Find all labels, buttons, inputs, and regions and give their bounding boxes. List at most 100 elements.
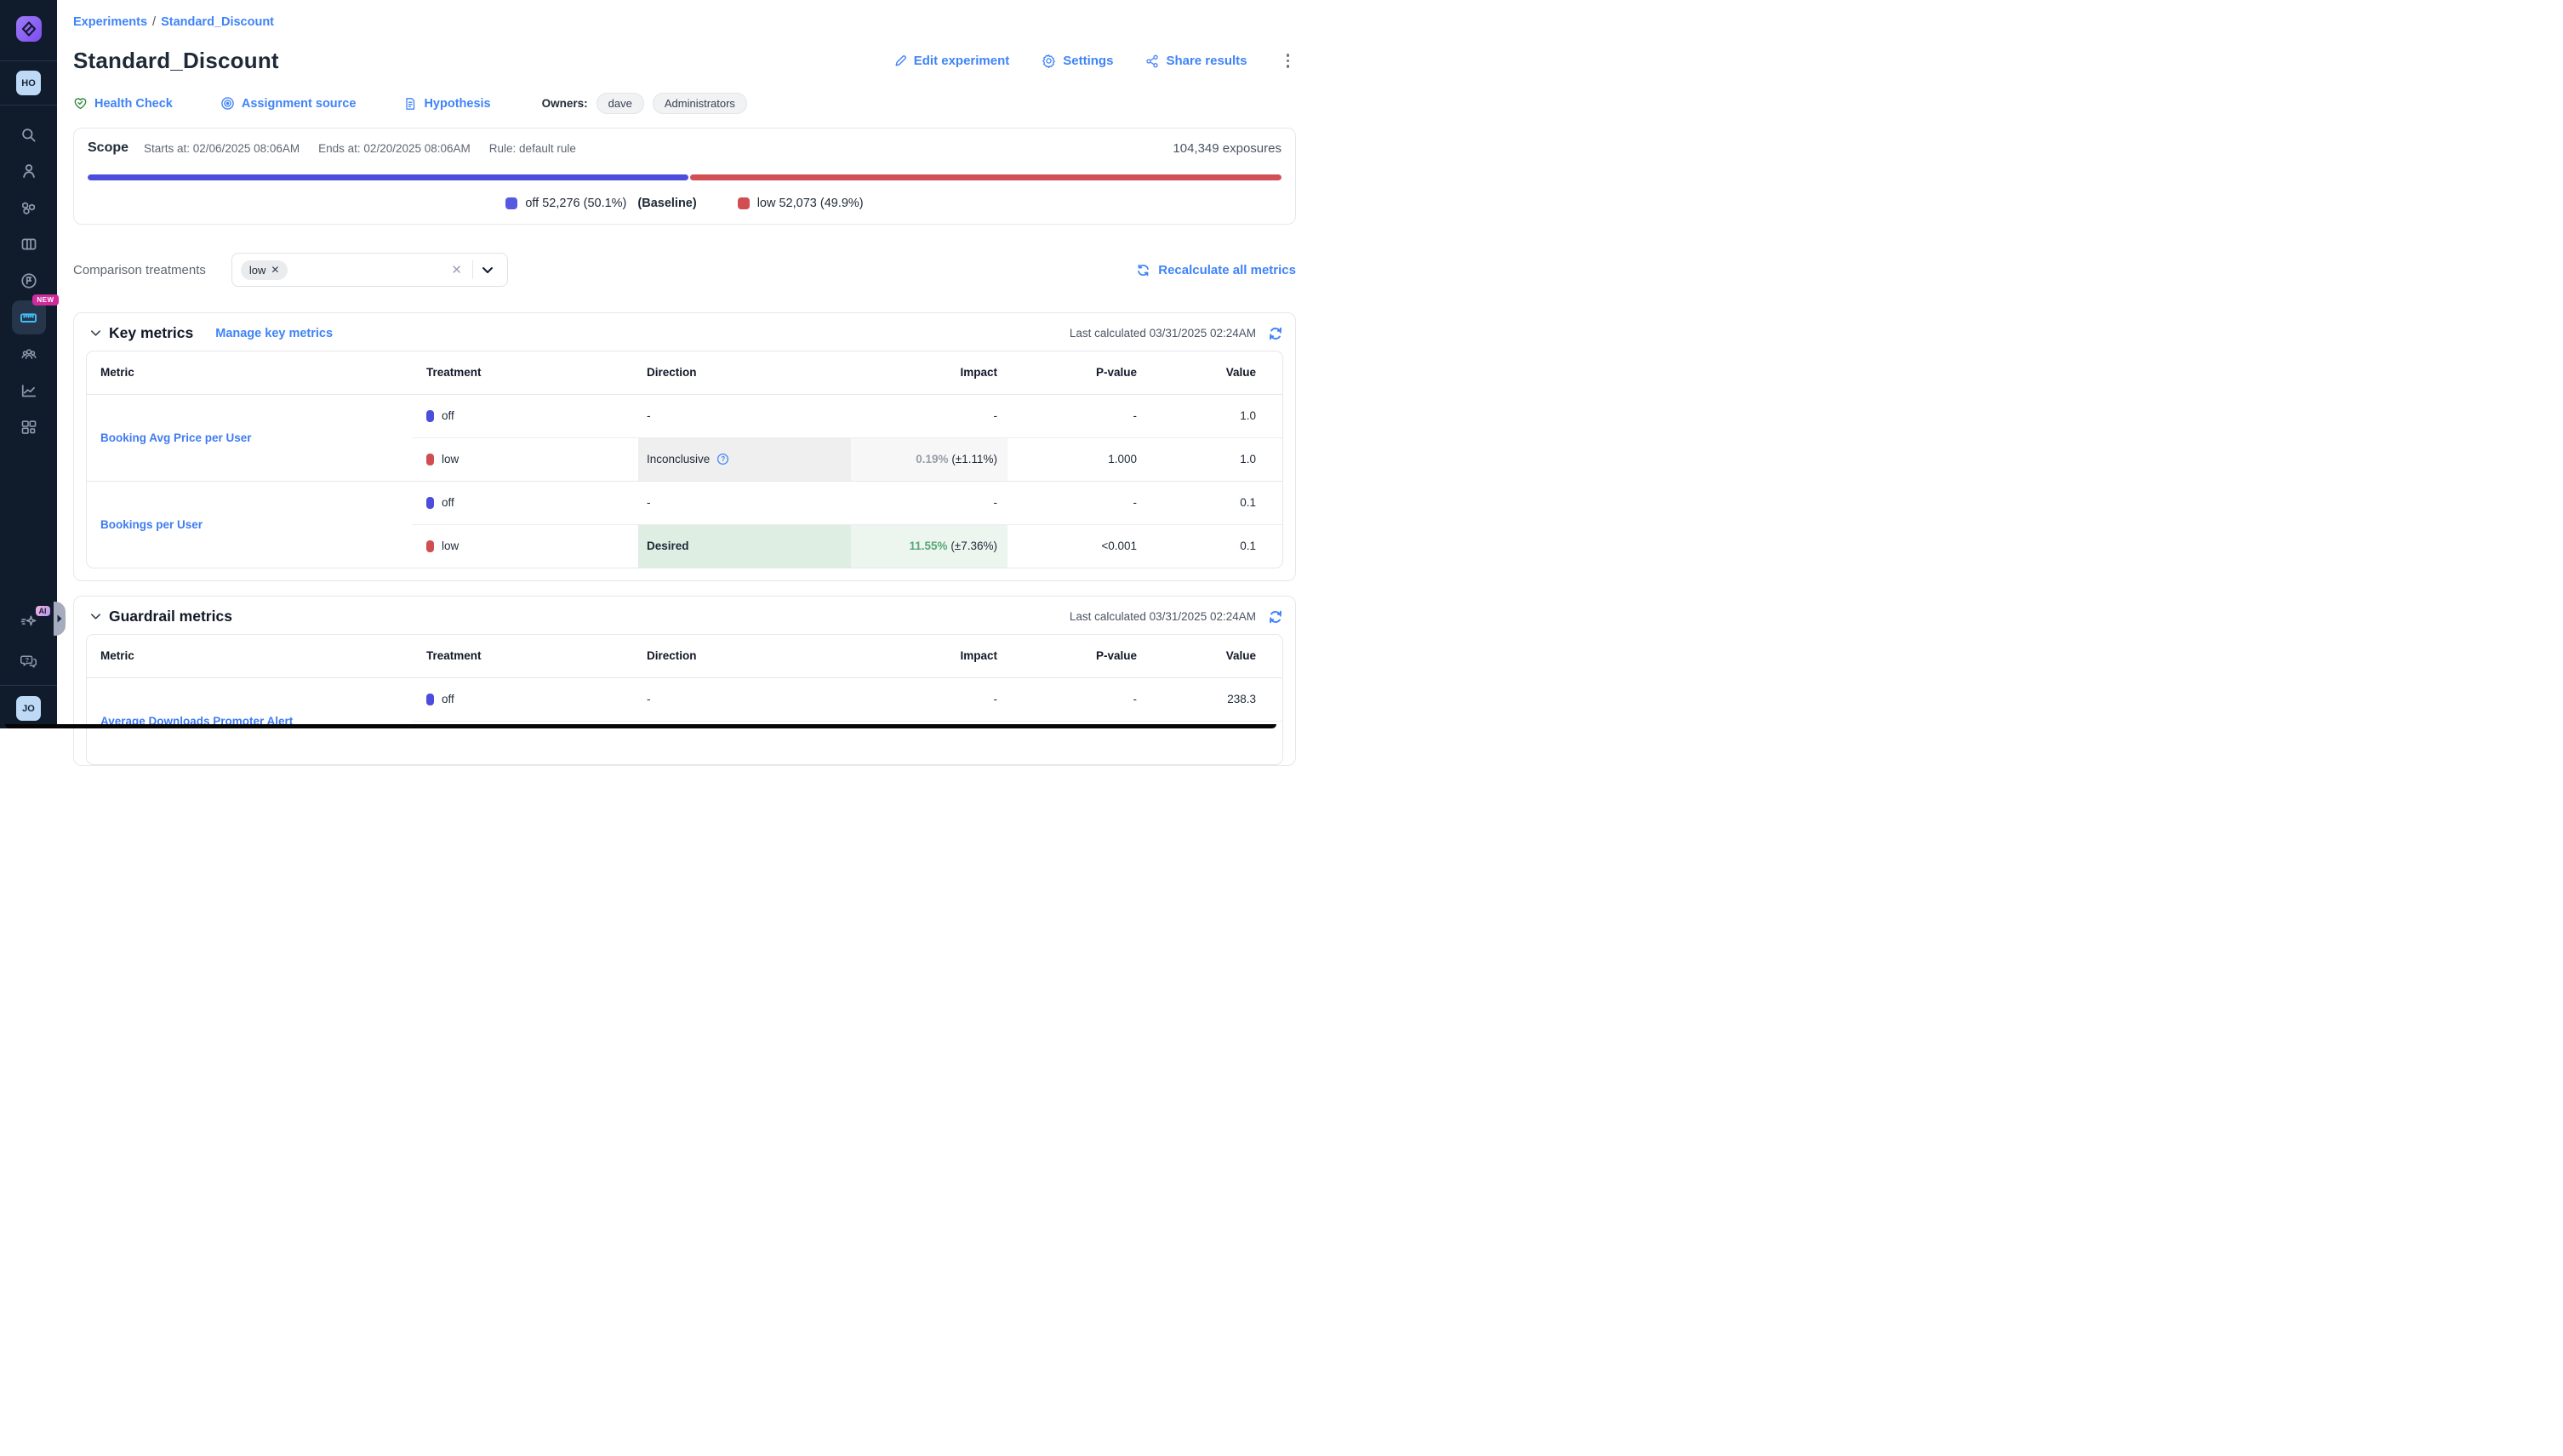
chevron-right-icon (55, 614, 64, 624)
gear-icon (1042, 54, 1056, 68)
table-header-row: Metric Treatment Direction Impact P-valu… (87, 635, 1282, 677)
treatment-dot-low (426, 540, 434, 552)
col-treatment: Treatment (413, 351, 638, 394)
table-header-row: Metric Treatment Direction Impact P-valu… (87, 351, 1282, 394)
table-row: Average Downloads Promoter Alert off - -… (87, 677, 1282, 721)
value-cell: 1.0 (1147, 437, 1282, 481)
sidebar: HO (0, 0, 57, 728)
workspace-badge[interactable]: HO (16, 71, 41, 95)
scope-rule: Rule: default rule (489, 142, 576, 155)
metric-link[interactable]: Booking Avg Price per User (100, 431, 252, 444)
direction-cell: Inconclusive ? (638, 437, 851, 481)
scope-starts: Starts at: 02/06/2025 08:06AM (144, 142, 300, 155)
sidebar-item-dashboards[interactable] (12, 410, 46, 444)
sidebar-item-audiences[interactable] (12, 337, 46, 371)
question-circle-icon[interactable]: ? (716, 453, 729, 465)
refresh-icon[interactable] (1268, 326, 1283, 341)
collapse-chevron-icon[interactable] (90, 613, 101, 620)
sidebar-item-help[interactable]: ? (20, 652, 37, 670)
pvalue-cell: - (1008, 481, 1147, 524)
sidebar-item-experiments-active[interactable]: NEW (12, 300, 46, 334)
treatment-name: off (442, 409, 454, 422)
flag-circle-icon (20, 272, 37, 289)
manage-key-metrics-link[interactable]: Manage key metrics (215, 327, 333, 340)
health-check-label: Health Check (94, 97, 173, 111)
scope-title: Scope (88, 140, 128, 156)
recalculate-all-metrics-button[interactable]: Recalculate all metrics (1136, 263, 1296, 277)
exposure-split-bar (88, 174, 1282, 180)
assignment-source-label: Assignment source (242, 97, 357, 111)
value-cell: 238.3 (1147, 677, 1282, 721)
comparison-treatments-select[interactable]: low ✕ ✕ (231, 253, 508, 287)
ai-badge: AI (36, 606, 50, 616)
refresh-icon (1136, 263, 1150, 277)
col-direction: Direction (638, 351, 851, 394)
user-avatar[interactable]: JO (16, 696, 41, 721)
sidebar-item-search[interactable] (12, 117, 46, 151)
select-clear-icon[interactable]: ✕ (444, 262, 469, 277)
legend-off-label: off 52,276 (50.1%) (525, 197, 626, 210)
sidebar-item-releases[interactable] (12, 264, 46, 298)
assignment-source-link[interactable]: Assignment source (220, 96, 357, 111)
col-value: Value (1147, 635, 1282, 677)
sidebar-item-feature-gates[interactable] (12, 227, 46, 261)
treatment-name: low (442, 540, 459, 552)
hypothesis-link[interactable]: Hypothesis (403, 97, 490, 111)
sidebar-item-segments[interactable] (12, 191, 46, 225)
key-metrics-title: Key metrics (109, 324, 193, 342)
select-divider (472, 260, 473, 279)
last-calculated-text: Last calculated 03/31/2025 02:24AM (1070, 610, 1256, 623)
treatment-chip-low[interactable]: low ✕ (241, 260, 288, 280)
legend-low-label: low 52,073 (49.9%) (757, 197, 864, 210)
app-window: HO (0, 0, 1282, 728)
share-results-button[interactable]: Share results (1145, 54, 1247, 68)
chevron-down-icon[interactable] (477, 266, 499, 274)
direction-cell: - (638, 677, 851, 721)
logo-glyph-icon (20, 20, 37, 37)
sparkle-icon (20, 613, 38, 631)
baseline-bar-segment (88, 174, 688, 180)
heart-check-icon (73, 96, 88, 111)
comparison-row: Comparison treatments low ✕ ✕ Recalculat… (73, 253, 1296, 287)
owner-pill[interactable]: Administrators (653, 93, 747, 114)
sidebar-divider (0, 685, 57, 686)
treatment-name: low (442, 453, 459, 465)
settings-button[interactable]: Settings (1042, 54, 1113, 68)
hexagons-icon (20, 199, 37, 216)
treatment-bar-segment (690, 174, 1282, 180)
sidebar-item-analytics[interactable] (12, 374, 46, 408)
refresh-icon[interactable] (1268, 609, 1283, 625)
statsig-logo-icon[interactable] (16, 16, 42, 42)
impact-cell: - (851, 394, 1008, 437)
key-metrics-table: Metric Treatment Direction Impact P-valu… (87, 351, 1282, 568)
search-icon (20, 127, 37, 143)
people-group-icon (20, 345, 37, 363)
owner-pill[interactable]: dave (597, 93, 644, 114)
col-impact: Impact (851, 635, 1008, 677)
main-content: Experiments/Standard_Discount Standard_D… (57, 0, 1306, 728)
treatment-name: off (442, 693, 454, 705)
treatment-name: off (442, 496, 454, 509)
chip-remove-icon[interactable]: ✕ (271, 264, 279, 276)
guardrail-metrics-table-card: Metric Treatment Direction Impact P-valu… (86, 634, 1283, 765)
metric-link[interactable]: Bookings per User (100, 518, 203, 531)
table-row: Bookings per User off - - - 0.1 (87, 481, 1282, 524)
sidebar-item-users[interactable] (12, 154, 46, 188)
share-results-label: Share results (1166, 54, 1247, 68)
breadcrumb-experiments-link[interactable]: Experiments (73, 15, 147, 29)
treatment-dot-off (426, 694, 434, 705)
edit-experiment-button[interactable]: Edit experiment (893, 54, 1010, 68)
sidebar-item-ai-assistant[interactable]: AI (20, 613, 38, 631)
breadcrumb-current-link[interactable]: Standard_Discount (161, 15, 274, 29)
direction-cell: Desired (638, 524, 851, 568)
col-direction: Direction (638, 635, 851, 677)
collapse-chevron-icon[interactable] (90, 329, 101, 337)
col-metric: Metric (87, 635, 413, 677)
sidebar-expand-handle[interactable] (54, 602, 66, 636)
health-check-link[interactable]: Health Check (73, 96, 173, 111)
sidebar-divider (0, 105, 57, 106)
table-row: Booking Avg Price per User off - - - 1.0 (87, 394, 1282, 437)
more-options-button[interactable] (1280, 50, 1297, 71)
share-icon (1145, 54, 1159, 68)
last-calculated-text: Last calculated 03/31/2025 02:24AM (1070, 327, 1256, 340)
